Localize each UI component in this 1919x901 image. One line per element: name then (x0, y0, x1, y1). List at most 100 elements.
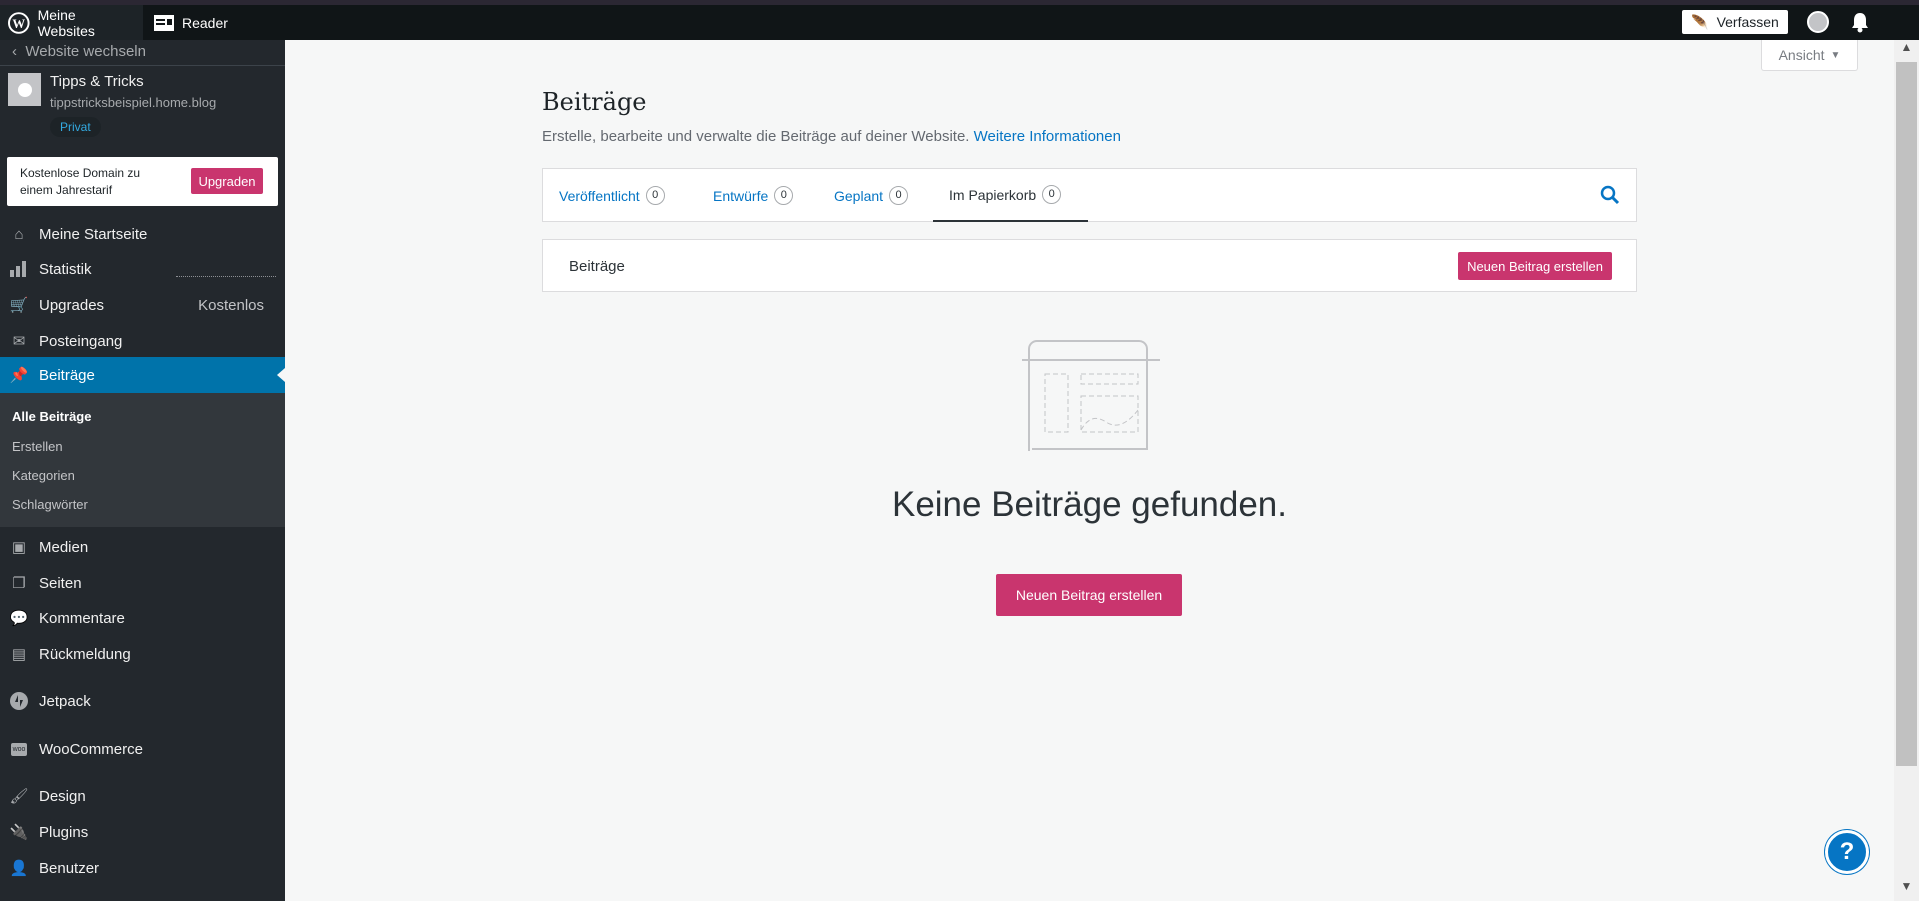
pin-icon: 📌 (9, 367, 29, 384)
tab-label: Entwürfe (713, 187, 769, 204)
notifications-bell-icon[interactable] (1850, 10, 1870, 34)
feedback-icon: ▤ (11, 646, 27, 663)
new-post-button[interactable]: Neuen Beitrag erstellen (996, 574, 1182, 616)
mail-icon: ✉ (12, 333, 26, 350)
sidebar-item-label: Jetpack (39, 692, 91, 710)
chevron-left-icon: ‹ (12, 43, 17, 60)
woo-icon: woo (8, 739, 30, 759)
scroll-down-arrow-icon[interactable]: ▼ (1894, 879, 1919, 901)
stats-icon (8, 259, 30, 279)
sidebar-item-label: Upgrades (39, 296, 105, 314)
learn-more-link[interactable]: Weitere Informationen (974, 128, 1121, 145)
caret-down-icon: ▼ (1830, 49, 1841, 61)
site-title[interactable]: Tipps & Tricks (50, 73, 144, 90)
sidebar-item-label: Kommentare (39, 609, 125, 627)
tab-scheduled[interactable]: Geplant 0 (834, 169, 909, 222)
page-title: Beiträge (542, 88, 647, 116)
sidebar: ‹ Website wechseln Tipps & Tricks tippst… (0, 40, 285, 901)
tab-label: Veröffentlicht (559, 187, 640, 204)
sidebar-item-label: Design (39, 787, 86, 805)
tab-label: Geplant (834, 187, 884, 204)
sidebar-item-label: Statistik (39, 260, 92, 278)
compose-button[interactable]: 🪶 Verfassen (1682, 10, 1788, 34)
empty-state-title: Keine Beiträge gefunden. (891, 485, 1288, 524)
reader-button[interactable]: Reader (146, 5, 236, 40)
tab-count: 0 (645, 186, 665, 205)
sidebar-item-feedback[interactable]: ▤ Rückmeldung (0, 637, 285, 671)
sidebar-item-label: Beiträge (39, 366, 95, 384)
avatar[interactable] (1807, 11, 1829, 33)
tab-label: Im Papierkorb (949, 186, 1037, 203)
media-icon: ▣ (11, 539, 27, 556)
sidebar-item-woocommerce[interactable]: woo WooCommerce (0, 732, 285, 766)
tab-trash[interactable]: Im Papierkorb 0 (933, 169, 1088, 222)
plug-icon: 🔌 (9, 824, 29, 841)
sidebar-item-label: Seiten (39, 574, 82, 592)
home-icon: ⌂ (14, 225, 24, 243)
empty-posts-illustration (1022, 340, 1160, 451)
brush-icon: 🖌 (9, 788, 29, 805)
sidebar-item-inbox[interactable]: ✉ Posteingang (0, 324, 285, 358)
upgrade-button[interactable]: Upgraden (191, 168, 263, 194)
tab-published[interactable]: Veröffentlicht 0 (559, 169, 665, 222)
compose-label: Verfassen (1716, 14, 1779, 30)
page-subtitle: Erstelle, bearbeite und verwalte die Bei… (542, 128, 1121, 145)
sidebar-item-jetpack[interactable]: Jetpack (0, 684, 285, 718)
tab-drafts[interactable]: Entwürfe 0 (713, 169, 794, 222)
sidebar-item-posts[interactable]: 📌 Beiträge (0, 357, 285, 393)
jetpack-icon (8, 691, 30, 711)
my-sites-button[interactable]: W Meine Websites (0, 5, 143, 40)
scroll-up-arrow-icon[interactable]: ▲ (1894, 40, 1919, 62)
upsell-banner[interactable]: Kostenlose Domain zu einem Jahrestarif U… (7, 157, 278, 206)
view-button[interactable]: Ansicht ▼ (1761, 40, 1858, 71)
sidebar-item-upgrades[interactable]: 🛒 Upgrades Kostenlos (0, 288, 285, 322)
svg-text:W: W (12, 16, 25, 30)
tab-count: 0 (774, 186, 794, 205)
sidebar-item-label: Meine Startseite (39, 225, 148, 243)
scrollbar-thumb[interactable] (1896, 62, 1917, 766)
tab-count: 0 (1042, 185, 1062, 204)
sidebar-item-design[interactable]: 🖌 Design (0, 779, 285, 813)
pages-icon: ❐ (12, 575, 26, 592)
posts-list-header: Beiträge Neuen Beitrag erstellen (542, 239, 1637, 292)
privacy-badge: Privat (50, 117, 101, 137)
search-icon[interactable] (1600, 185, 1620, 210)
view-button-label: Ansicht (1778, 47, 1825, 63)
submenu-tags[interactable]: Schlagwörter (12, 497, 88, 512)
submenu-all-posts[interactable]: Alle Beiträge (12, 409, 91, 424)
sidebar-item-media[interactable]: ▣ Medien (0, 530, 285, 564)
upsell-text: Kostenlose Domain zu einem Jahrestarif (20, 166, 141, 197)
list-header-label: Beiträge (569, 258, 625, 275)
submenu-categories[interactable]: Kategorien (12, 468, 75, 483)
main-content: Ansicht ▼ Beiträge Erstelle, bearbeite un… (285, 40, 1894, 901)
sidebar-item-stats[interactable]: Statistik (0, 252, 285, 286)
subtitle-text: Erstelle, bearbeite und verwalte die Bei… (542, 128, 970, 145)
sidebar-item-pages[interactable]: ❐ Seiten (0, 566, 285, 600)
help-icon: ? (1839, 838, 1855, 865)
sidebar-item-label: Benutzer (39, 859, 100, 877)
scrollbar[interactable]: ▲ ▼ (1894, 40, 1919, 901)
tab-count: 0 (889, 186, 909, 205)
comment-icon: 💬 (9, 610, 29, 627)
active-arrow (277, 368, 285, 382)
help-button[interactable]: ? (1825, 830, 1869, 874)
sidebar-item-home[interactable]: ⌂ Meine Startseite (0, 217, 285, 251)
new-post-button-small[interactable]: Neuen Beitrag erstellen (1458, 252, 1612, 280)
sidebar-item-comments[interactable]: 💬 Kommentare (0, 601, 285, 635)
sidebar-item-label: Rückmeldung (39, 645, 131, 663)
sidebar-item-users[interactable]: 👤 Benutzer (0, 851, 285, 885)
sidebar-item-label: Plugins (39, 823, 89, 841)
user-icon: 👤 (9, 860, 29, 877)
sidebar-item-plugins[interactable]: 🔌 Plugins (0, 815, 285, 849)
reader-icon (154, 14, 174, 31)
feather-icon: 🪶 (1691, 13, 1709, 30)
submenu-create[interactable]: Erstellen (12, 439, 63, 454)
masterbar: W Meine Websites Reader 🪶 Verfassen (0, 5, 1919, 40)
switch-site-link[interactable]: ‹ Website wechseln (0, 40, 285, 66)
site-url: tippstricksbeispiel.home.blog (50, 95, 217, 110)
upgrades-badge: Kostenlos (198, 296, 264, 314)
wordpress-logo-icon: W (8, 11, 30, 34)
stats-sparkline (176, 276, 276, 277)
my-sites-label: Meine Websites (37, 6, 95, 39)
sidebar-item-label: Medien (39, 538, 89, 556)
